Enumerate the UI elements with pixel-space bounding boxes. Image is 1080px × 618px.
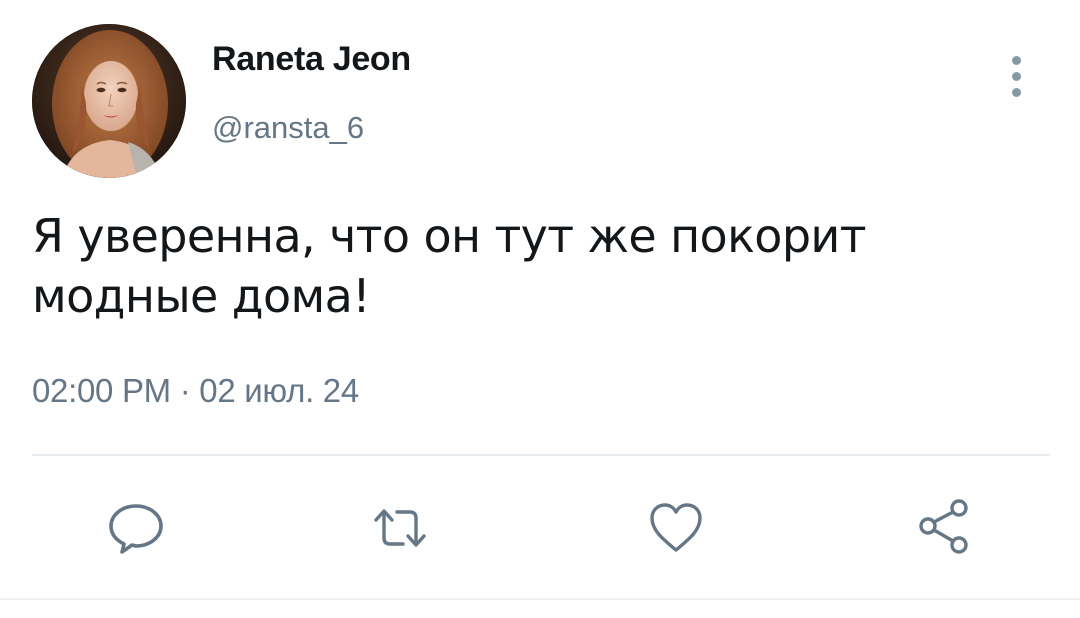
- tweet-card: Raneta Jeon @ransta_6 Я уверенна, что он…: [0, 0, 1080, 618]
- reply-button[interactable]: [106, 498, 166, 558]
- share-nodes-icon: [919, 499, 968, 554]
- author-handle[interactable]: @ransta_6: [212, 110, 364, 146]
- tweet-text-line: модные дома!: [32, 269, 371, 323]
- bottom-divider: [0, 598, 1080, 600]
- heart-icon: [650, 503, 702, 552]
- menu-dot: [1012, 88, 1021, 97]
- avatar[interactable]: [32, 24, 186, 178]
- avatar-photo: [32, 24, 186, 178]
- vertical-ellipsis-icon[interactable]: [1000, 52, 1032, 102]
- menu-dot: [1012, 56, 1021, 65]
- share-button[interactable]: [914, 498, 974, 558]
- tweet-timestamp[interactable]: 02:00 PM · 02 июл. 24: [32, 372, 359, 410]
- retweet-arrows-icon: [374, 509, 426, 547]
- tweet-text: Я уверенна, что он тут же покорит модные…: [32, 206, 1032, 326]
- speech-bubble-icon: [109, 504, 163, 554]
- retweet-button[interactable]: [370, 498, 430, 558]
- like-button[interactable]: [646, 498, 706, 558]
- menu-dot: [1012, 72, 1021, 81]
- author-display-name[interactable]: Raneta Jeon: [212, 40, 411, 79]
- tweet-text-line: Я уверенна, что он тут же покорит: [32, 209, 867, 263]
- divider: [32, 454, 1050, 456]
